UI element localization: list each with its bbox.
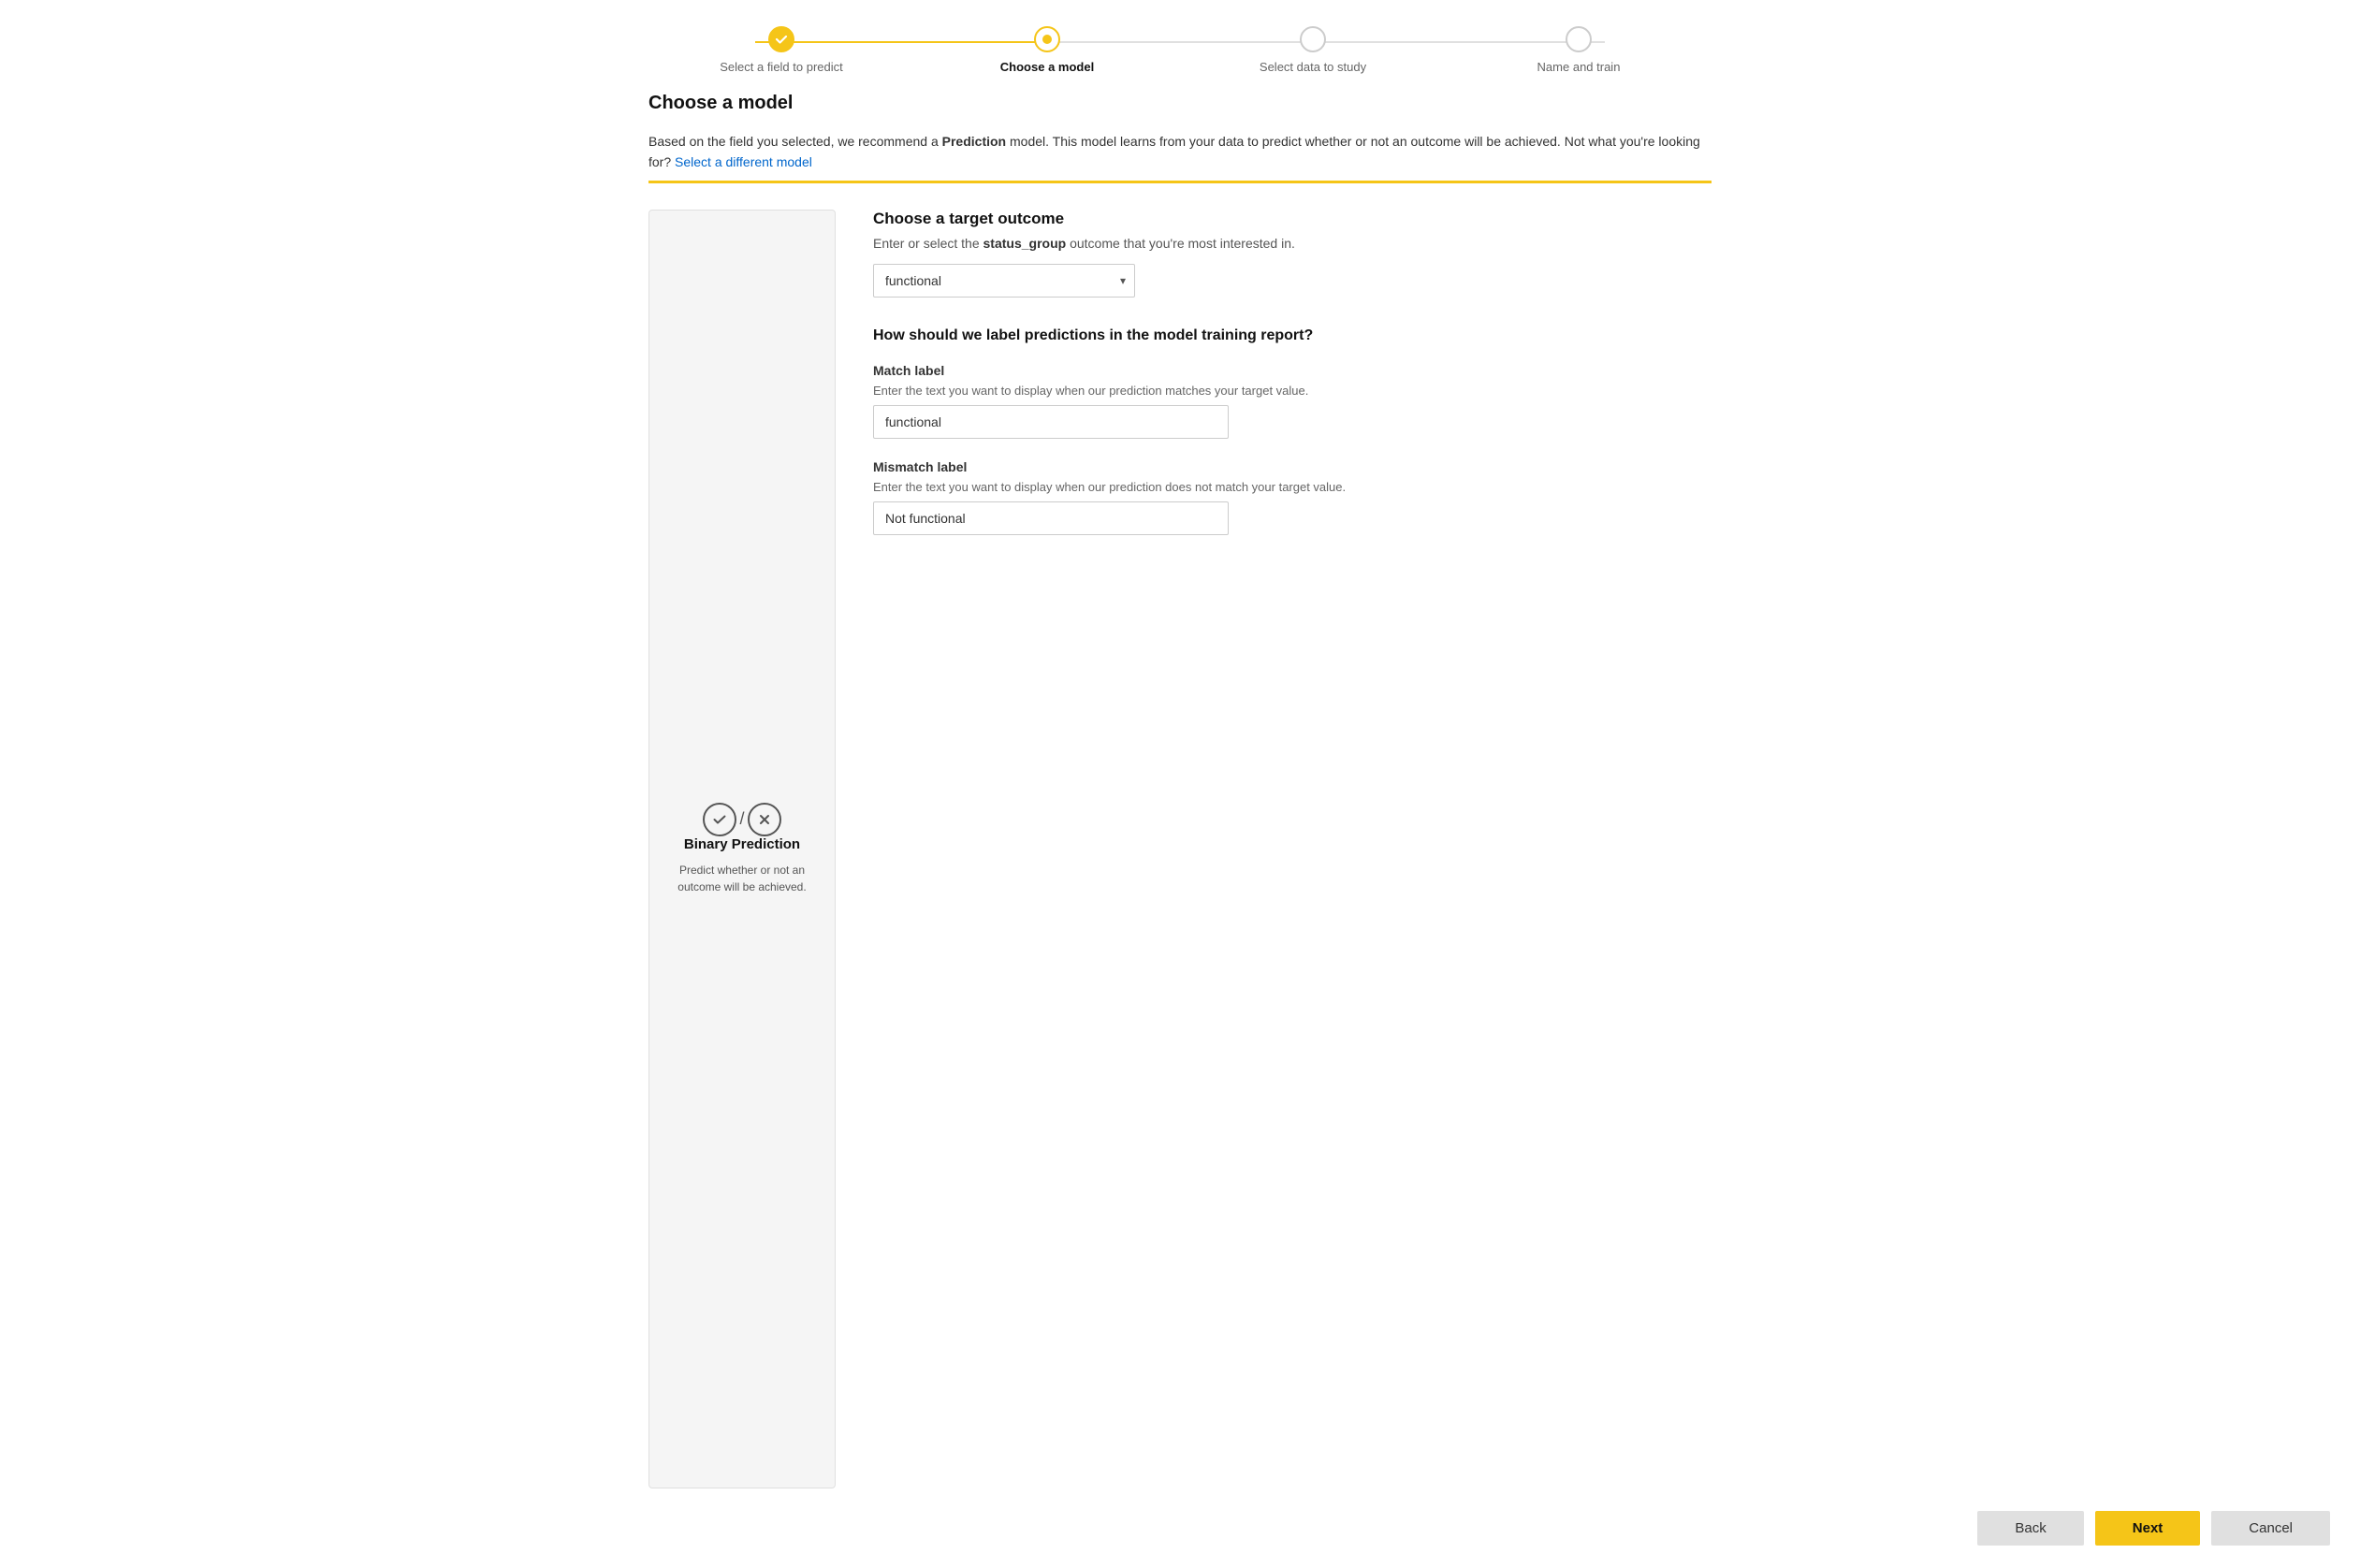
model-card-title: Binary Prediction (684, 836, 800, 852)
target-outcome-desc-1: Enter or select the (873, 236, 983, 251)
next-button[interactable]: Next (2095, 1511, 2201, 1546)
info-bold: Prediction (942, 134, 1006, 149)
stepper: Select a field to predict Choose a model… (648, 0, 1712, 89)
cross-icon-circle (748, 803, 781, 836)
step-4-circle (1566, 26, 1592, 52)
model-card: / Binary Prediction Predict whether or n… (648, 210, 836, 1488)
cancel-button[interactable]: Cancel (2211, 1511, 2330, 1546)
step-1: Select a field to predict (648, 26, 914, 74)
yellow-divider (648, 181, 1712, 183)
mismatch-label-desc: Enter the text you want to display when … (873, 480, 1712, 494)
match-label-input[interactable] (873, 405, 1229, 439)
step-4: Name and train (1446, 26, 1712, 74)
labels-section-title: How should we label predictions in the m… (873, 327, 1712, 344)
back-button[interactable]: Back (1977, 1511, 2083, 1546)
mismatch-label-name: Mismatch label (873, 459, 1712, 474)
footer: Back Next Cancel (0, 1488, 2360, 1568)
match-label-desc: Enter the text you want to display when … (873, 384, 1712, 398)
step-3: Select data to study (1180, 26, 1446, 74)
info-box: Based on the field you selected, we reco… (648, 131, 1712, 173)
step-1-label: Select a field to predict (720, 60, 843, 74)
target-outcome-desc-2: outcome that you're most interested in. (1066, 236, 1295, 251)
step-3-label: Select data to study (1260, 60, 1366, 74)
match-label-name: Match label (873, 363, 1712, 378)
step-2-label: Choose a model (1000, 60, 1094, 74)
mismatch-label-group: Mismatch label Enter the text you want t… (873, 459, 1712, 535)
right-panel: Choose a target outcome Enter or select … (873, 210, 1712, 1488)
check-icon-circle (703, 803, 736, 836)
target-outcome-dropdown-wrapper: functional functional needs repair non f… (873, 264, 1135, 298)
model-card-desc: Predict whether or not an outcome will b… (664, 862, 820, 895)
main-content: / Binary Prediction Predict whether or n… (648, 210, 1712, 1488)
step-3-circle (1300, 26, 1326, 52)
target-outcome-dropdown[interactable]: functional functional needs repair non f… (873, 264, 1135, 298)
target-outcome-desc: Enter or select the status_group outcome… (873, 236, 1712, 251)
check-cross-icon: / (703, 803, 780, 836)
step-1-circle (768, 26, 794, 52)
select-different-model-link[interactable]: Select a different model (675, 154, 812, 169)
step-4-label: Name and train (1537, 60, 1621, 74)
target-outcome-desc-bold: status_group (983, 236, 1067, 251)
step-2-circle (1034, 26, 1060, 52)
target-outcome-title: Choose a target outcome (873, 210, 1712, 228)
step-2: Choose a model (914, 26, 1180, 74)
page-title: Choose a model (648, 93, 1712, 114)
info-text-1: Based on the field you selected, we reco… (648, 134, 942, 149)
mismatch-label-input[interactable] (873, 501, 1229, 535)
match-label-group: Match label Enter the text you want to d… (873, 363, 1712, 439)
